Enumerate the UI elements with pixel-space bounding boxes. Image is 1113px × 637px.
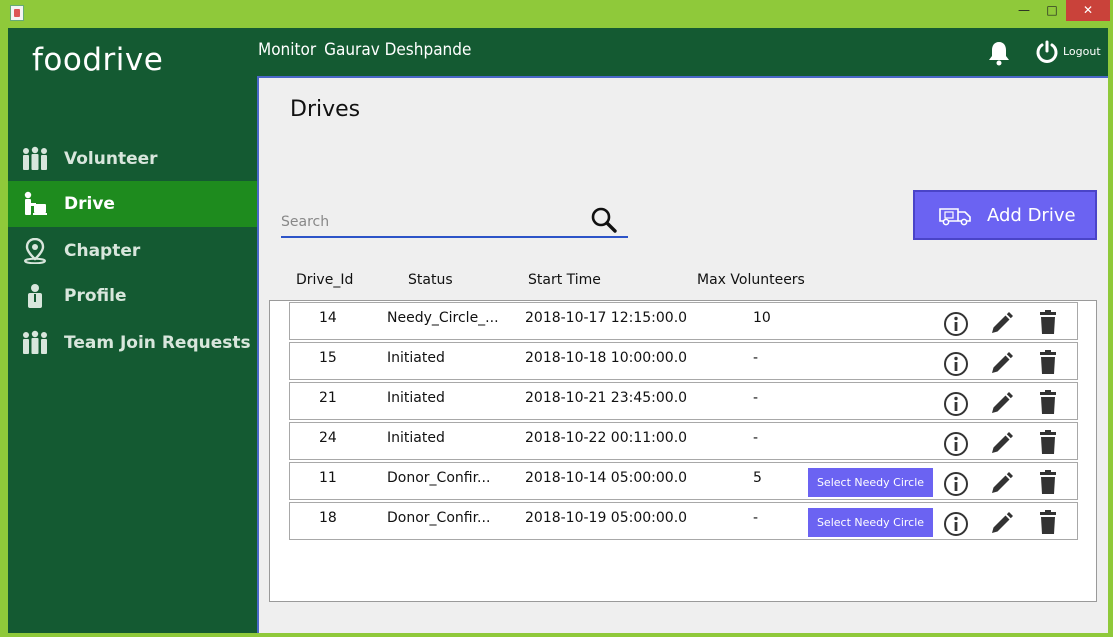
sidebar-item-label: Team Join Requests <box>64 333 251 353</box>
column-header-drive-id: Drive_Id <box>296 272 354 288</box>
close-icon[interactable]: ✕ <box>1066 0 1110 21</box>
user-role: Monitor <box>258 40 317 60</box>
location-pin-icon <box>24 238 46 264</box>
cell-max-volunteers: - <box>753 510 759 526</box>
cell-status: Initiated <box>387 390 445 406</box>
delete-trash-icon[interactable] <box>1035 309 1061 335</box>
maximize-icon[interactable]: □ <box>1038 0 1066 21</box>
table-row[interactable]: 18 Donor_Confir... 2018-10-19 05:00:00.0 - S… <box>289 502 1078 540</box>
sidebar-item-label: Drive <box>64 194 115 214</box>
info-icon[interactable] <box>943 431 969 457</box>
cell-status: Initiated <box>387 350 445 366</box>
cell-drive-id: 24 <box>319 430 337 446</box>
cell-status: Donor_Confir... <box>387 510 491 526</box>
info-icon[interactable] <box>943 391 969 417</box>
edit-pencil-icon[interactable] <box>988 471 1014 497</box>
people-icon <box>23 330 47 354</box>
cell-drive-id: 11 <box>319 470 337 486</box>
sidebar-item-team-join-requests[interactable]: Team Join Requests <box>8 320 257 366</box>
info-icon[interactable] <box>943 311 969 337</box>
drive-icon <box>24 191 47 215</box>
cell-start-time: 2018-10-22 00:11:00.0 <box>525 430 688 446</box>
cell-drive-id: 15 <box>319 350 337 366</box>
cell-drive-id: 21 <box>319 390 337 406</box>
search-box <box>281 204 628 238</box>
cell-max-volunteers: - <box>753 430 759 446</box>
van-icon <box>939 208 971 226</box>
table-row[interactable]: 15 Initiated 2018-10-18 10:00:00.0 - <box>289 342 1078 380</box>
cell-max-volunteers: 10 <box>753 310 771 326</box>
java-app-icon <box>10 5 24 21</box>
sidebar-item-profile[interactable]: Profile <box>8 273 257 319</box>
window-titlebar: — □ ✕ <box>0 0 1113 28</box>
table-row[interactable]: 21 Initiated 2018-10-21 23:45:00.0 - <box>289 382 1078 420</box>
person-icon <box>28 284 42 308</box>
search-icon[interactable] <box>590 206 618 234</box>
add-drive-button[interactable]: Add Drive <box>913 190 1097 240</box>
cell-drive-id: 14 <box>319 310 337 326</box>
info-icon[interactable] <box>943 351 969 377</box>
select-needy-circle-button[interactable]: Select Needy Circle <box>808 508 933 537</box>
info-icon[interactable] <box>943 471 969 497</box>
delete-trash-icon[interactable] <box>1035 429 1061 455</box>
sidebar-item-chapter[interactable]: Chapter <box>8 228 257 274</box>
cell-drive-id: 18 <box>319 510 337 526</box>
info-icon[interactable] <box>943 511 969 537</box>
cell-start-time: 2018-10-19 05:00:00.0 <box>525 510 688 526</box>
power-icon[interactable] <box>1035 40 1059 64</box>
delete-trash-icon[interactable] <box>1035 469 1061 495</box>
user-name: Gaurav Deshpande <box>324 40 472 60</box>
cell-status: Donor_Confir... <box>387 470 491 486</box>
app-logo: foodrive <box>32 42 164 78</box>
cell-start-time: 2018-10-14 05:00:00.0 <box>525 470 688 486</box>
page-title: Drives <box>290 97 361 122</box>
sidebar-item-drive[interactable]: Drive <box>8 181 257 227</box>
sidebar-item-label: Chapter <box>64 241 141 261</box>
edit-pencil-icon[interactable] <box>988 511 1014 537</box>
cell-start-time: 2018-10-17 12:15:00.0 <box>525 310 688 326</box>
edit-pencil-icon[interactable] <box>988 351 1014 377</box>
cell-status: Needy_Circle_... <box>387 310 499 326</box>
cell-start-time: 2018-10-21 23:45:00.0 <box>525 390 688 406</box>
table-row[interactable]: 14 Needy_Circle_... 2018-10-17 12:15:00.0 1… <box>289 302 1078 340</box>
column-header-status: Status <box>408 272 453 288</box>
sidebar-item-volunteer[interactable]: Volunteer <box>8 136 257 182</box>
cell-start-time: 2018-10-18 10:00:00.0 <box>525 350 688 366</box>
edit-pencil-icon[interactable] <box>988 311 1014 337</box>
bell-icon[interactable] <box>987 40 1011 66</box>
delete-trash-icon[interactable] <box>1035 349 1061 375</box>
logout-link[interactable]: Logout <box>1063 45 1101 58</box>
select-needy-circle-button[interactable]: Select Needy Circle <box>808 468 933 497</box>
header-title: Monitor Gaurav Deshpande <box>258 40 479 60</box>
delete-trash-icon[interactable] <box>1035 509 1061 535</box>
cell-status: Initiated <box>387 430 445 446</box>
table-row[interactable]: 24 Initiated 2018-10-22 00:11:00.0 - <box>289 422 1078 460</box>
minimize-icon[interactable]: — <box>1010 0 1038 21</box>
app-header <box>8 28 1108 76</box>
edit-pencil-icon[interactable] <box>988 391 1014 417</box>
people-icon <box>23 146 47 170</box>
column-header-start-time: Start Time <box>528 272 601 288</box>
sidebar-item-label: Volunteer <box>64 149 158 169</box>
delete-trash-icon[interactable] <box>1035 389 1061 415</box>
column-header-max-volunteers: Max Volunteers <box>697 272 805 288</box>
cell-max-volunteers: - <box>753 350 759 366</box>
search-input[interactable] <box>281 211 581 233</box>
cell-max-volunteers: - <box>753 390 759 406</box>
edit-pencil-icon[interactable] <box>988 431 1014 457</box>
sidebar-item-label: Profile <box>64 286 127 306</box>
table-row[interactable]: 11 Donor_Confir... 2018-10-14 05:00:00.0 5 S… <box>289 462 1078 500</box>
cell-max-volunteers: 5 <box>753 470 762 486</box>
add-drive-label: Add Drive <box>987 204 1076 226</box>
